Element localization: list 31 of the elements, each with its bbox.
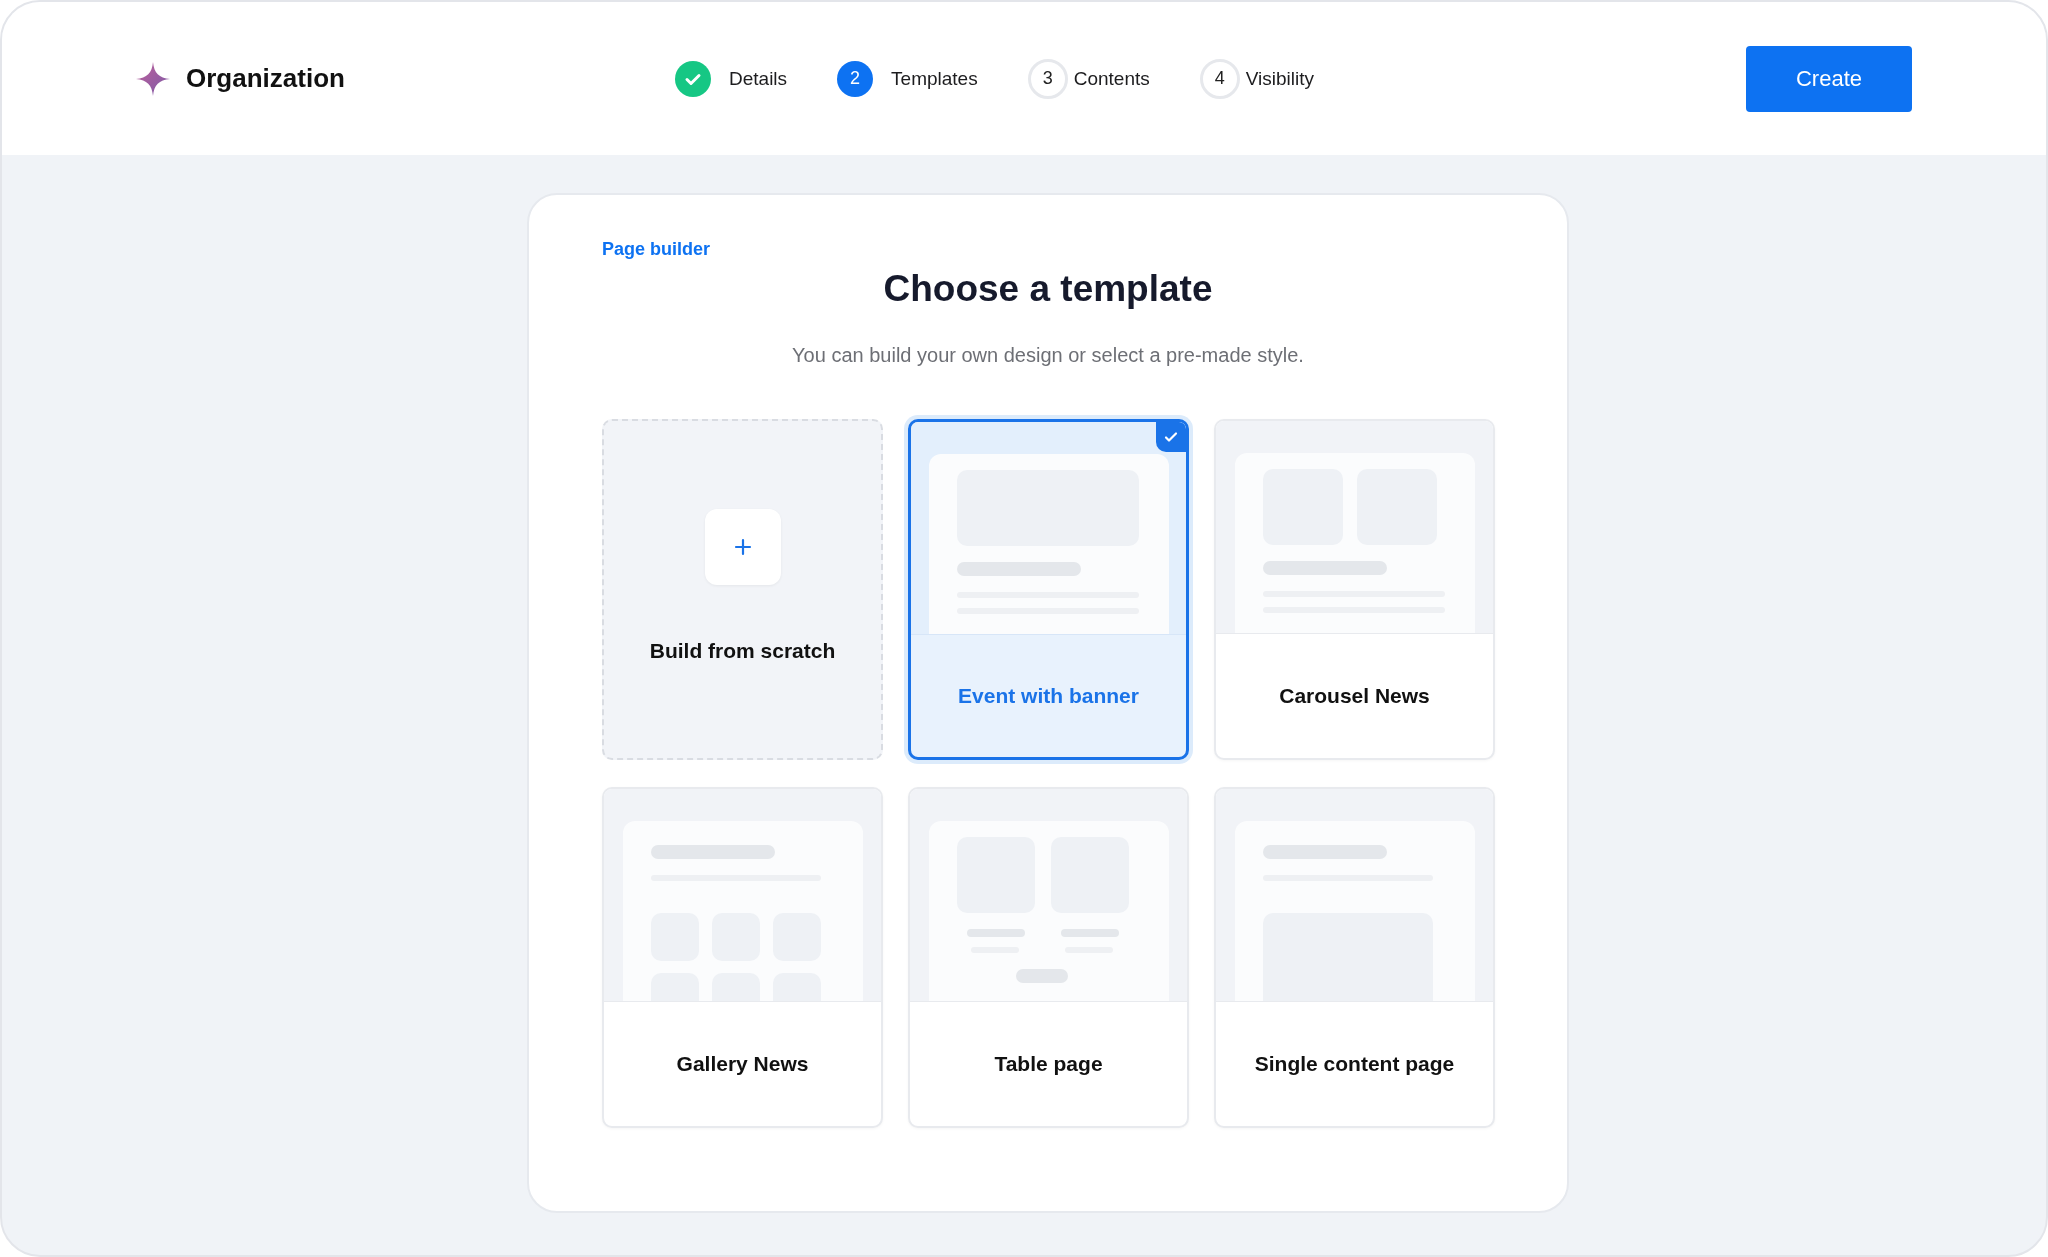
step-label: Visibility (1245, 67, 1314, 90)
card-label: Build from scratch (649, 639, 836, 663)
step-number: 2 (837, 60, 874, 97)
step-tab[interactable]: Details (675, 60, 788, 97)
template-card[interactable]: Build from scratch (602, 419, 883, 760)
template-card[interactable]: Single content page (1214, 787, 1495, 1128)
step-label: Templates (891, 67, 978, 90)
step-label: Details (729, 67, 788, 90)
card-label: Carousel News (1279, 684, 1430, 708)
step-tab[interactable]: 4 Visibility (1199, 58, 1314, 99)
check-icon (675, 60, 711, 97)
plus-icon (704, 509, 781, 585)
step-number: 3 (1027, 58, 1068, 99)
template-card[interactable]: Carousel News (1214, 419, 1495, 760)
template-card[interactable]: Gallery News (602, 787, 883, 1128)
step-tab[interactable]: 2 Templates (837, 60, 978, 97)
step-label: Contents (1073, 67, 1150, 90)
card-label: Gallery News (676, 1052, 809, 1076)
eyebrow-label: Page builder (602, 239, 712, 260)
step-tab[interactable]: 3 Contents (1027, 58, 1150, 99)
card-label: Event with banner (958, 684, 1139, 708)
card-label: Single content page (1254, 1052, 1455, 1076)
card-label: Table page (994, 1052, 1103, 1076)
brand-name: Organization (186, 63, 345, 94)
check-icon (1156, 422, 1186, 452)
step-number: 4 (1199, 58, 1240, 99)
page-subtitle: You can build your own design or select a pre-made style. (791, 344, 1305, 367)
template-card[interactable]: Table page (908, 787, 1189, 1128)
sparkle-icon (136, 61, 170, 96)
page-title: Choose a template (882, 268, 1214, 310)
create-button[interactable]: Create (1746, 45, 1912, 112)
